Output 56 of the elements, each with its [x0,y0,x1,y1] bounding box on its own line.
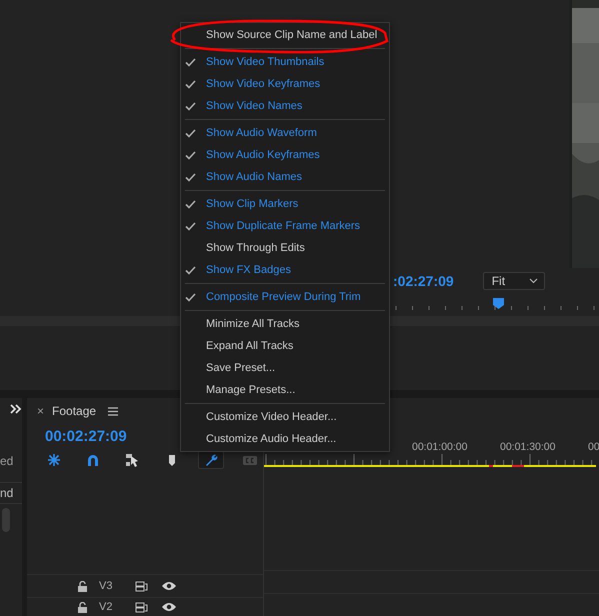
menu-item[interactable]: Show Source Clip Name and Label [181,24,389,46]
checkmark-icon [185,266,196,274]
nest-icon [46,453,61,467]
magnet-icon [86,453,100,467]
scrollbar-thumb[interactable] [2,508,10,532]
lock-icon[interactable] [78,602,87,612]
linked-selection-icon [125,453,140,467]
menu-item[interactable]: Show Video Thumbnails [181,51,389,73]
checkmark-icon [185,102,196,110]
menu-item[interactable]: Show Audio Waveform [181,122,389,144]
menu-item[interactable]: Show Video Keyframes [181,73,389,95]
checkmark-icon [185,200,196,208]
menu-item[interactable]: Show Audio Names [181,166,389,188]
ruler-label: 00:01:00:00 [412,441,468,454]
lock-icon[interactable] [78,580,87,592]
timeline-ruler[interactable] [264,454,596,469]
checkmark-icon [185,80,196,88]
sequence-tab[interactable]: Footage [52,404,96,418]
menu-icon[interactable] [108,406,118,416]
menu-item[interactable]: Show Video Names [181,95,389,117]
menu-item[interactable]: Manage Presets... [181,379,389,401]
checkmark-icon [185,150,196,160]
checkmark-icon [185,128,196,138]
double-chevron-icon[interactable] [10,404,22,414]
checkmark-icon [185,172,196,182]
wrench-icon [204,453,218,467]
ruler-label: 00:01:30:00 [500,441,556,454]
menu-item[interactable]: Minimize All Tracks [181,313,389,335]
chevron-down-icon [528,278,538,284]
menu-item[interactable]: Show Audio Keyframes [181,144,389,166]
track-name: V2 [99,601,114,613]
column-header: nd [0,482,22,504]
ruler-label: 00 [588,441,599,454]
menu-item[interactable]: Customize Audio Header... [181,428,389,450]
menu-item[interactable]: Customize Video Header... [181,406,389,428]
menu-item[interactable]: Save Preset... [181,357,389,379]
menu-item[interactable]: Show Clip Markers [181,193,389,215]
track-output-icon[interactable] [135,602,148,612]
track-name: V3 [99,580,114,592]
menu-item[interactable]: Show FX Badges [181,259,389,281]
settings-button[interactable] [198,451,224,469]
zoom-dropdown[interactable]: Fit [482,272,545,290]
checkmark-icon [185,292,196,302]
checkmark-icon [185,58,196,66]
panel-text: ed [0,454,14,468]
eye-icon[interactable] [162,581,176,591]
close-tab-button[interactable]: × [37,404,44,418]
captions-icon [243,453,258,467]
menu-item[interactable]: Show Duplicate Frame Markers [181,215,389,237]
checkmark-icon [185,222,196,230]
eye-icon[interactable] [162,602,176,612]
menu-item[interactable]: Show Through Edits [181,237,389,259]
playhead-timecode[interactable]: :02:27:09 [393,273,454,289]
menu-item[interactable]: Composite Preview During Trim [181,286,389,308]
track-output-icon[interactable] [135,580,148,592]
menu-item[interactable]: Expand All Tracks [181,335,389,357]
